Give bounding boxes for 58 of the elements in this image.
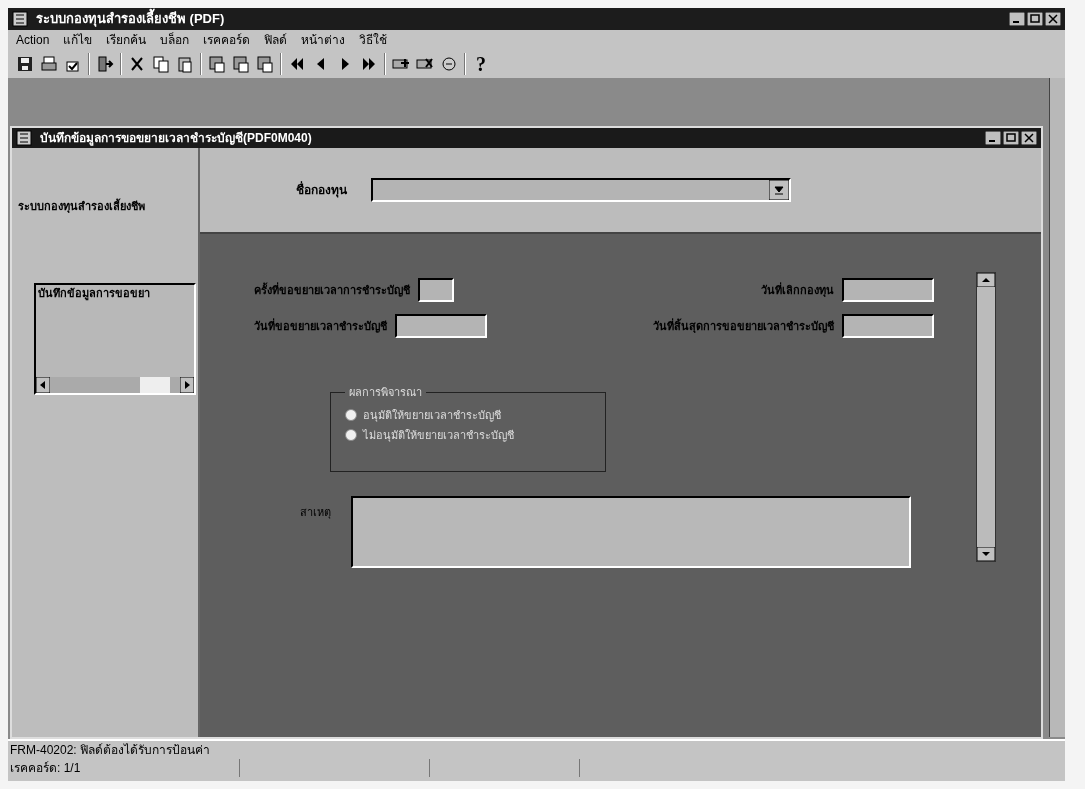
radio-label: อนุมัติให้ขยายเวลาชำระบัญชี (363, 407, 501, 423)
field-label: วันที่เลิกกองทุน (761, 281, 834, 299)
fund-name-dropdown[interactable] (371, 178, 791, 202)
scroll-left-icon[interactable] (36, 376, 50, 393)
maximize-button[interactable] (1027, 12, 1043, 26)
copy-icon[interactable] (152, 55, 170, 73)
status-message: FRM-40202: ฟิลด์ต้องได้รับการป้อนค่า (10, 742, 212, 759)
menu-item[interactable]: วิธีใช้ (359, 31, 388, 49)
query-icon[interactable] (256, 55, 274, 73)
menu-item[interactable]: เรคคอร์ด (203, 31, 251, 49)
window-title: ระบบกองทุนสำรองเลี้ยงชีพ (PDF) (36, 9, 1001, 29)
scroll-up-icon[interactable] (977, 273, 995, 287)
app-icon (12, 11, 28, 27)
minimize-button[interactable] (1009, 12, 1025, 26)
menu-item[interactable]: ฟิลด์ (264, 31, 288, 49)
close-button[interactable] (1021, 131, 1037, 145)
field-label: ครั้งที่ขอขยายเวลาการชำระบัญชี (254, 281, 410, 299)
window-scrollbar[interactable] (1049, 78, 1065, 737)
radio-button[interactable] (345, 429, 357, 442)
dropdown-arrow-icon[interactable] (769, 180, 789, 200)
scroll-down-icon[interactable] (977, 547, 995, 561)
maximize-button[interactable] (1003, 131, 1019, 145)
cut-icon[interactable] (128, 55, 146, 73)
field-label: วันที่สิ้นสุดการขอขยายเวลาชำระบัญชี (653, 317, 834, 335)
menu-item[interactable]: บล็อก (160, 31, 190, 49)
input-field[interactable] (842, 278, 934, 302)
input-field[interactable] (842, 314, 934, 338)
field-label: วันที่ขอขยายเวลาชำระบัญชี (254, 317, 387, 335)
reason-text-area[interactable] (351, 496, 911, 568)
paste-icon[interactable] (176, 55, 194, 73)
sidebar-title: ระบบกองทุนสำรองเลี้ยงชีพ (18, 198, 146, 215)
radio-button[interactable] (345, 408, 357, 421)
app-icon (16, 130, 32, 146)
menu-item[interactable]: หน้าต่าง (301, 31, 346, 49)
query-icon[interactable] (208, 55, 226, 73)
form-title: บันทึกข้อมูลการขอขยายเวลาชำระบัญชี(PDF0M040) (40, 130, 313, 147)
double-right-arrow-icon[interactable] (360, 55, 378, 73)
field-label: ชื่อกองทุน (296, 181, 347, 199)
navigation-item[interactable]: บันทึกข้อมูลการขอขยา (36, 284, 194, 301)
input-field[interactable] (418, 278, 454, 302)
menu-item[interactable]: เรียกค้น (106, 31, 147, 49)
scroll-right-icon[interactable] (180, 376, 194, 393)
vertical-scrollbar[interactable] (976, 272, 996, 562)
help-button[interactable]: ? (472, 54, 490, 74)
menu-item[interactable]: แก้ไข (63, 31, 93, 49)
print-icon[interactable] (40, 55, 58, 73)
minimize-button[interactable] (985, 131, 1001, 145)
exit-icon[interactable] (96, 55, 114, 73)
input-field[interactable] (395, 314, 487, 338)
group-title: ผลการพิจารณา (348, 385, 423, 400)
field-label: สาเหตุ (300, 505, 331, 521)
query-icon[interactable] (232, 55, 250, 73)
menu-item[interactable]: Action (16, 31, 50, 49)
record-count: เรคคอร์ด: 1/1 (10, 759, 240, 777)
radio-label: ไม่อนุมัติให้ขยายเวลาชำระบัญชี (363, 428, 514, 444)
close-button[interactable] (1045, 12, 1061, 26)
horizontal-scrollbar[interactable] (36, 376, 194, 393)
save-icon[interactable] (16, 55, 34, 73)
